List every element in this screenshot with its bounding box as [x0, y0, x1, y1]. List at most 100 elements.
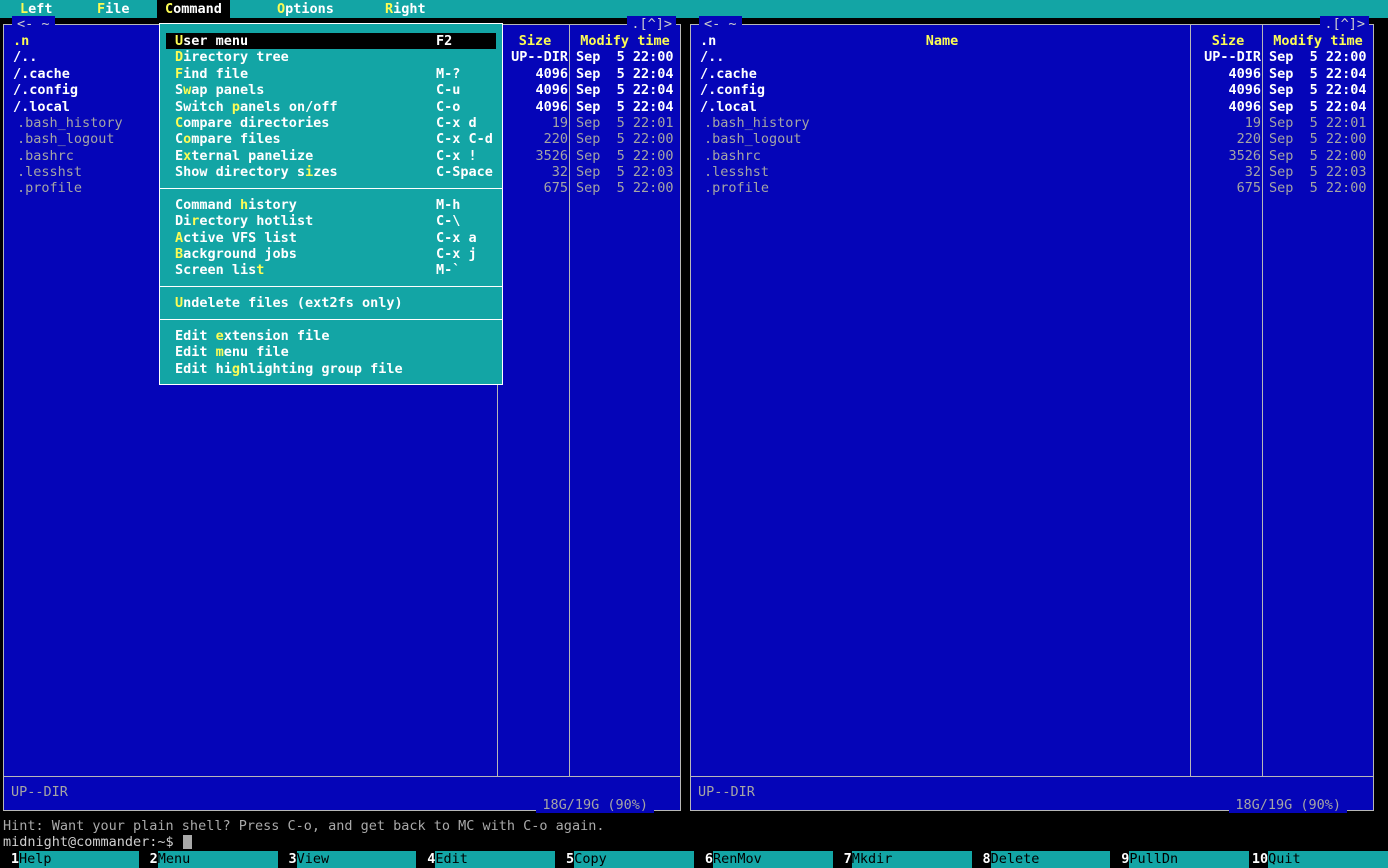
menu-item-shortcut: C-x j	[436, 246, 477, 262]
menu-item-hotkey-letter: U	[175, 33, 183, 49]
file-row-lesshst[interactable]: .lesshst32Sep 5 22:03	[692, 164, 1372, 180]
fkey-menu[interactable]: 2Menu	[139, 851, 278, 868]
file-list-area: .nName Size Modify time /..UP--DIRSep 5 …	[692, 33, 1372, 197]
column-header-size[interactable]: Size	[1192, 33, 1264, 49]
file-size: UP--DIR	[499, 49, 571, 65]
fkey-label: Menu	[158, 851, 278, 868]
file-row-local[interactable]: /.local4096Sep 5 22:04	[692, 99, 1372, 115]
menubar-item-right[interactable]: Right	[377, 0, 434, 18]
file-size: 675	[1192, 180, 1264, 196]
file-row-config[interactable]: /.config4096Sep 5 22:04	[692, 82, 1372, 98]
menu-item-label-pre: Screen lis	[175, 262, 256, 278]
menu-item-background-jobs[interactable]: Background jobs C-x j	[166, 246, 496, 262]
menu-separator	[160, 311, 502, 327]
file-row-profile[interactable]: .profile675Sep 5 22:00	[692, 180, 1372, 196]
file-size: 32	[1192, 164, 1264, 180]
fkey-label: Quit	[1268, 851, 1388, 868]
shell-prompt[interactable]: midnight@commander:~$	[3, 834, 192, 851]
fkey-renmov[interactable]: 6RenMov	[694, 851, 833, 868]
file-row-bashrc[interactable]: .bashrc3526Sep 5 22:00	[692, 148, 1372, 164]
menu-item-shortcut: C-o	[436, 99, 460, 115]
menu-item-show-directory-sizes[interactable]: Show directory sizesC-Space	[166, 164, 496, 180]
menu-item-external-panelize[interactable]: External panelizeC-x !	[166, 148, 496, 164]
menu-item-shortcut: C-x a	[436, 230, 477, 246]
menu-item-hotkey-letter: A	[175, 230, 183, 246]
menu-item-find-file[interactable]: Find fileM-?	[166, 66, 496, 82]
file-name: .profile	[692, 180, 1192, 196]
column-header-mtime[interactable]: Modify time	[1264, 33, 1372, 49]
fkey-mkdir[interactable]: 7Mkdir	[833, 851, 972, 868]
fkey-delete[interactable]: 8Delete	[972, 851, 1111, 868]
menu-item-compare-directories[interactable]: Compare directoriesC-x d	[166, 115, 496, 131]
menubar-item-file[interactable]: File	[89, 0, 138, 18]
menu-item-swap-panels[interactable]: Swap panelsC-u	[166, 82, 496, 98]
file-mtime: Sep 5 22:00	[1264, 131, 1372, 147]
fkey-quit[interactable]: 10Quit	[1249, 851, 1388, 868]
menu-item-hotkey-letter: t	[256, 262, 264, 278]
panel-path-left[interactable]: <- ~	[12, 16, 55, 32]
menu-item-directory-tree[interactable]: Directory tree	[166, 49, 496, 65]
menu-item-compare-files[interactable]: Compare filesC-x C-d	[166, 131, 496, 147]
fkey-label: View	[297, 851, 417, 868]
menu-item-label-rest: ind file	[183, 66, 248, 82]
file-mtime: Sep 5 22:04	[571, 66, 679, 82]
panel-controls-icons[interactable]: .[^]>	[1320, 16, 1369, 32]
menu-item-hotkey-letter: e	[216, 328, 224, 344]
column-header-mtime[interactable]: Modify time	[571, 33, 679, 49]
fkey-edit[interactable]: 4Edit	[416, 851, 555, 868]
menu-item-edit-highlighting-group-file[interactable]: Edit highlighting group file	[166, 361, 496, 377]
menu-item-shortcut: F2	[436, 33, 452, 49]
sort-indicator[interactable]: .n	[700, 33, 716, 49]
column-header-size[interactable]: Size	[499, 33, 571, 49]
back-arrow-icon[interactable]: <-	[704, 16, 720, 32]
file-row-bash-logout[interactable]: .bash_logout220Sep 5 22:00	[692, 131, 1372, 147]
menu-item-label-rest: ap panels	[191, 82, 264, 98]
file-row-bash-history[interactable]: .bash_history19Sep 5 22:01	[692, 115, 1372, 131]
menu-item-label-rest: ackground jobs	[183, 246, 297, 262]
file-size: 4096	[1192, 99, 1264, 115]
fkey-pulldn[interactable]: 9PullDn	[1110, 851, 1249, 868]
current-dir-label: ~	[41, 16, 49, 32]
file-row-cache[interactable]: /.cache4096Sep 5 22:04	[692, 66, 1372, 82]
menu-item-label-pre: Edit	[175, 344, 216, 360]
menu-item-label-pre: S	[175, 82, 183, 98]
sort-indicator[interactable]: .n	[13, 33, 29, 49]
fkey-label: Help	[19, 851, 139, 868]
back-arrow-icon[interactable]: <-	[17, 16, 33, 32]
panel-controls-icons[interactable]: .[^]>	[627, 16, 676, 32]
file-size: 32	[499, 164, 571, 180]
fkey-number: 2	[139, 851, 158, 868]
file-size: 4096	[499, 66, 571, 82]
menu-item-edit-extension-file[interactable]: Edit extension file	[166, 328, 496, 344]
menu-item-screen-list[interactable]: Screen listM-`	[166, 262, 496, 278]
menu-item-active-vfs-list[interactable]: Active VFS listC-x a	[166, 230, 496, 246]
fkey-number: 1	[0, 851, 19, 868]
hint-line: Hint: Want your plain shell? Press C-o, …	[3, 818, 604, 834]
menu-item-label-pre: C	[175, 131, 183, 147]
panel-path-right[interactable]: <- ~	[699, 16, 742, 32]
menu-item-switch-panels-on-off[interactable]: Switch panels on/offC-o	[166, 99, 496, 115]
file-size: 4096	[499, 99, 571, 115]
menu-item-directory-hotlist[interactable]: Directory hotlistC-\	[166, 213, 496, 229]
fkey-help[interactable]: 1Help	[0, 851, 139, 868]
file-row-[interactable]: /..UP--DIRSep 5 22:00	[692, 49, 1372, 65]
menu-item-user-menu[interactable]: User menuF2	[166, 33, 496, 49]
menu-item-command-history[interactable]: Command historyM-h	[166, 197, 496, 213]
column-separator	[1262, 25, 1263, 777]
command-menu-dropdown: User menuF2Directory treeFind fileM-?Swa…	[159, 23, 503, 385]
menu-item-hotkey-letter: p	[232, 99, 240, 115]
menu-item-label-rest: ompare directories	[183, 115, 329, 131]
panel-header: .nName Size Modify time	[692, 33, 1372, 49]
fkey-copy[interactable]: 5Copy	[555, 851, 694, 868]
menubar-item-command[interactable]: Command	[157, 0, 230, 18]
menu-item-edit-menu-file[interactable]: Edit menu file	[166, 344, 496, 360]
menu-item-label-rest: zes	[313, 164, 337, 180]
menu-item-undelete-files-ext2fs-only[interactable]: Undelete files (ext2fs only)	[166, 295, 496, 311]
menu-item-hotkey-letter: h	[240, 197, 248, 213]
menu-item-hotkey-letter: B	[175, 246, 183, 262]
fkey-view[interactable]: 3View	[278, 851, 417, 868]
column-header-name[interactable]: Name	[692, 33, 1192, 49]
menu-item-shortcut: C-x !	[436, 148, 477, 164]
menubar-item-options[interactable]: Options	[269, 0, 342, 18]
menu-hotkey-letter: R	[385, 1, 393, 17]
